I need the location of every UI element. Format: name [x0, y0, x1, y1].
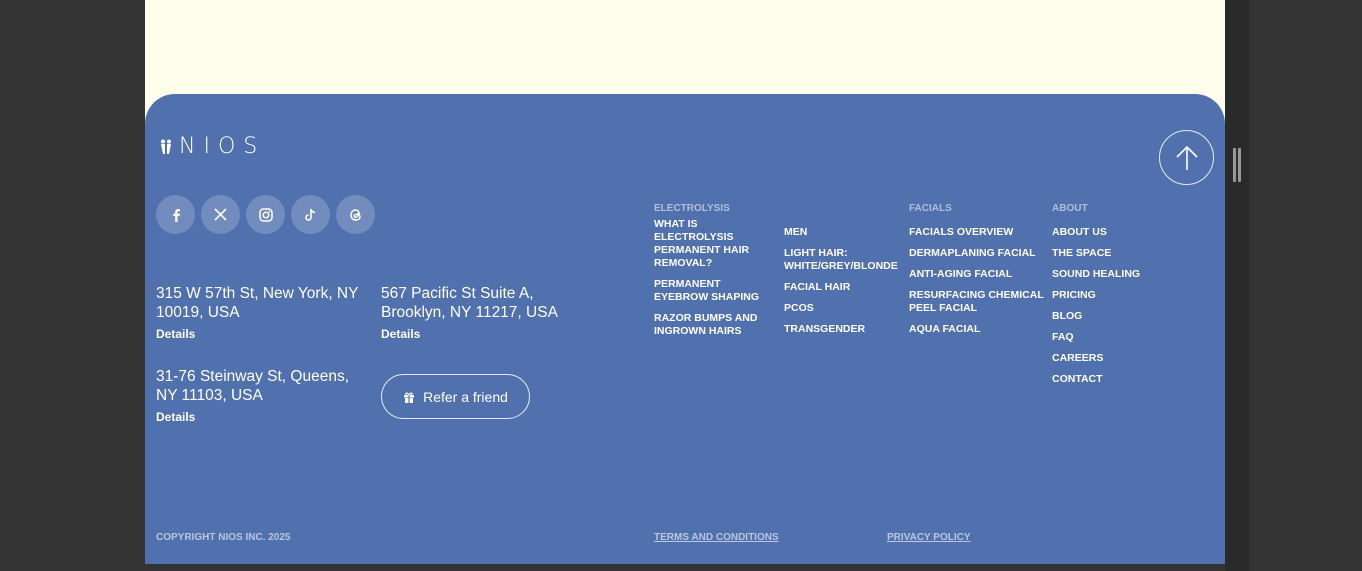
- facebook-icon[interactable]: [156, 195, 195, 234]
- nav-link[interactable]: SOUND HEALING: [1052, 268, 1172, 281]
- nav-column-about: ABOUT ABOUT US THE SPACE SOUND HEALING P…: [1052, 203, 1172, 394]
- logo-mark-icon: [161, 139, 171, 154]
- right-gutter: [1225, 0, 1249, 571]
- nav-link[interactable]: FACIAL HAIR: [784, 281, 904, 294]
- refer-a-friend-button[interactable]: Refer a friend: [381, 374, 530, 419]
- nav-link[interactable]: RAZOR BUMPS AND INGROWN HAIRS: [654, 312, 774, 338]
- copyright-text: COPYRIGHT NIOS INC. 2025: [156, 532, 291, 543]
- nav-link[interactable]: TRANSGENDER: [784, 323, 904, 336]
- social-links: [156, 195, 375, 234]
- nav-link[interactable]: DERMAPLANING FACIAL: [909, 247, 1045, 260]
- x-icon[interactable]: [201, 195, 240, 234]
- nav-link[interactable]: CAREERS: [1052, 352, 1172, 365]
- nav-link[interactable]: AQUA FACIAL: [909, 323, 1045, 336]
- gift-icon: [404, 392, 415, 403]
- arrow-up-icon: [1175, 145, 1198, 170]
- nav-link[interactable]: PCOS: [784, 302, 904, 315]
- column-heading: FACIALS: [909, 203, 952, 214]
- nav-link[interactable]: LIGHT HAIR: WHITE/GREY/BLONDE: [784, 247, 904, 273]
- refer-label: Refer a friend: [423, 388, 508, 405]
- location-details-link[interactable]: Details: [381, 327, 601, 341]
- location-address: 315 W 57th St, New York, NY 10019, USA: [156, 285, 359, 321]
- nav-link[interactable]: FAQ: [1052, 331, 1172, 344]
- location-details-link[interactable]: Details: [156, 410, 361, 424]
- nav-link[interactable]: BLOG: [1052, 310, 1172, 323]
- nav-link[interactable]: RESURFACING CHEMICAL PEEL FACIAL: [909, 289, 1045, 315]
- location-brooklyn: 567 Pacific St Suite A, Brooklyn, NY 112…: [381, 284, 601, 341]
- column-heading: ABOUT: [1052, 203, 1088, 214]
- nav-link[interactable]: ABOUT US: [1052, 226, 1172, 239]
- bottom-strip: [145, 564, 1225, 571]
- location-manhattan: 315 W 57th St, New York, NY 10019, USA D…: [156, 284, 376, 341]
- nav-link[interactable]: PRICING: [1052, 289, 1172, 302]
- terms-link[interactable]: TERMS AND CONDITIONS: [654, 532, 779, 543]
- nav-column-facials: FACIALS FACIALS OVERVIEW DERMAPLANING FA…: [909, 203, 1045, 344]
- location-details-link[interactable]: Details: [156, 327, 376, 341]
- scroll-to-top-button[interactable]: [1159, 130, 1214, 185]
- location-address: 31-76 Steinway St, Queens, NY 11103, USA: [156, 368, 350, 404]
- resize-handle[interactable]: [1233, 148, 1241, 182]
- nav-link[interactable]: FACIALS OVERVIEW: [909, 226, 1045, 239]
- footer-logo[interactable]: NIOS: [159, 134, 265, 159]
- nav-link[interactable]: PERMANENT EYEBROW SHAPING: [654, 278, 774, 304]
- nav-link[interactable]: WHAT IS ELECTROLYSIS PERMANENT HAIR REMO…: [654, 218, 774, 270]
- page: NIOS 315 W 57th St, New York, NY 10019, …: [145, 0, 1225, 571]
- nav-column-electrolysis: ELECTROLYSIS WHAT IS ELECTROLYSIS PERMAN…: [654, 203, 774, 346]
- nav-link[interactable]: THE SPACE: [1052, 247, 1172, 260]
- column-heading: [784, 203, 904, 221]
- threads-icon[interactable]: [336, 195, 375, 234]
- logo-text: NIOS: [179, 134, 266, 159]
- nav-link[interactable]: ANTI-AGING FACIAL: [909, 268, 1045, 281]
- location-queens: 31-76 Steinway St, Queens, NY 11103, USA…: [156, 367, 361, 424]
- site-footer: NIOS 315 W 57th St, New York, NY 10019, …: [145, 94, 1225, 564]
- privacy-link[interactable]: PRIVACY POLICY: [887, 532, 971, 543]
- nav-link[interactable]: CONTACT: [1052, 373, 1172, 386]
- tiktok-icon[interactable]: [291, 195, 330, 234]
- nav-column-electrolysis-more: MEN LIGHT HAIR: WHITE/GREY/BLONDE FACIAL…: [784, 203, 904, 344]
- instagram-icon[interactable]: [246, 195, 285, 234]
- nav-link[interactable]: MEN: [784, 226, 904, 239]
- location-address: 567 Pacific St Suite A, Brooklyn, NY 112…: [381, 285, 558, 321]
